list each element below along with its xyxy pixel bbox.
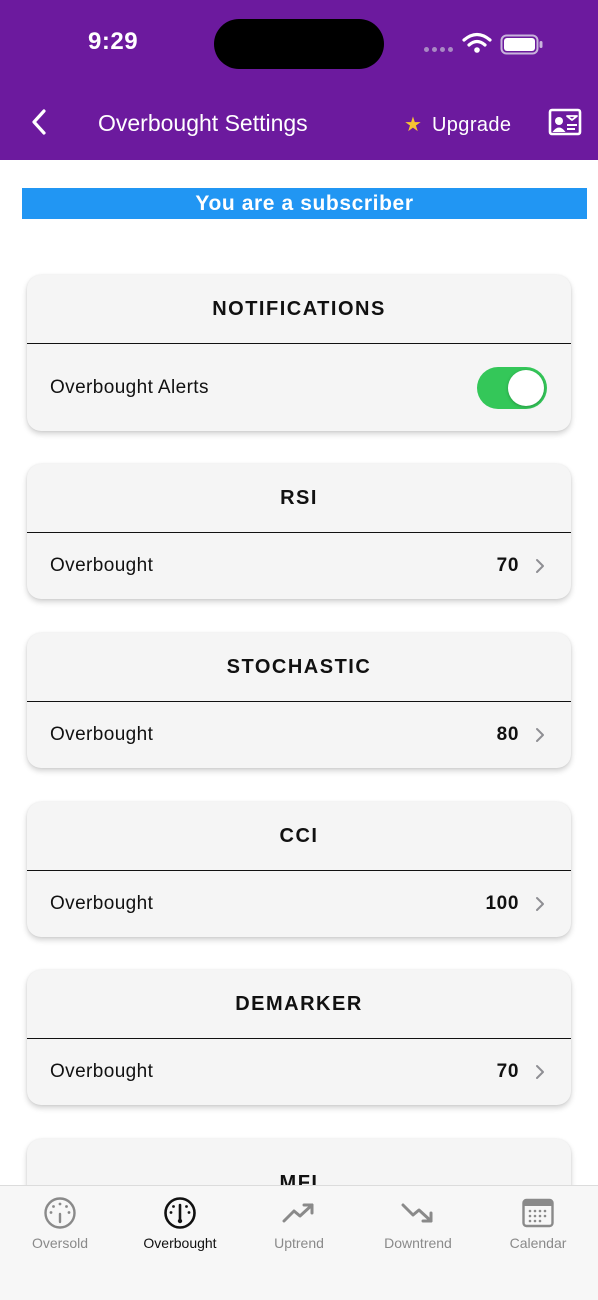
calendar-icon xyxy=(522,1196,554,1230)
rsi-card: RSI Overbought 70 xyxy=(27,464,571,599)
notifications-card: NOTIFICATIONS Overbought Alerts xyxy=(27,275,571,431)
mfi-card: MFI xyxy=(27,1139,571,1185)
rsi-overbought-label: Overbought xyxy=(50,555,154,576)
mfi-card-title-text: MFI xyxy=(279,1172,319,1185)
demarker-overbought-row[interactable]: Overbought 70 xyxy=(27,1039,571,1105)
tab-uptrend[interactable]: Uptrend xyxy=(239,1186,359,1266)
chevron-left-icon xyxy=(30,108,48,141)
stochastic-overbought-row[interactable]: Overbought 80 xyxy=(27,702,571,768)
subscriber-banner: You are a subscriber xyxy=(22,188,587,219)
subscriber-banner-text: You are a subscriber xyxy=(195,192,414,215)
chevron-right-icon xyxy=(535,1063,547,1081)
overbought-alerts-label: Overbought Alerts xyxy=(50,376,209,398)
stochastic-card-title: STOCHASTIC xyxy=(27,633,571,702)
stochastic-overbought-label: Overbought xyxy=(50,724,154,745)
overbought-alerts-row: Overbought Alerts xyxy=(27,344,571,431)
tab-calendar[interactable]: Calendar xyxy=(478,1186,598,1266)
star-icon: ★ xyxy=(404,114,422,136)
upgrade-label: Upgrade xyxy=(431,113,512,136)
gauge-high-icon xyxy=(163,1196,197,1230)
cci-card: CCI Overbought 100 xyxy=(27,802,571,937)
status-time: 9:29 xyxy=(88,28,139,55)
tab-overbought[interactable]: Overbought xyxy=(120,1186,240,1266)
rsi-overbought-value: 70 xyxy=(496,555,519,576)
tab-oversold-label: Oversold xyxy=(31,1235,89,1251)
notifications-card-title: NOTIFICATIONS xyxy=(27,275,571,344)
app-screen: You are a subscriber NOTIFICATIONS Overb… xyxy=(0,0,598,1300)
tab-overbought-label: Overbought xyxy=(143,1235,217,1251)
chevron-right-icon xyxy=(535,895,547,913)
tab-oversold[interactable]: Oversold xyxy=(0,1186,120,1266)
demarker-card-title: DEMARKER xyxy=(27,970,571,1039)
demarker-card: DEMARKER Overbought 70 xyxy=(27,970,571,1105)
chevron-right-icon xyxy=(535,726,547,744)
trend-down-icon xyxy=(401,1196,435,1230)
cellular-signal-icon xyxy=(424,47,453,52)
id-card-icon xyxy=(548,108,582,140)
demarker-overbought-label: Overbought xyxy=(50,1061,154,1082)
cci-overbought-label: Overbought xyxy=(50,893,154,914)
back-button[interactable] xyxy=(24,106,54,142)
cci-card-title: CCI xyxy=(27,802,571,871)
trend-up-icon xyxy=(282,1196,316,1230)
tab-calendar-label: Calendar xyxy=(509,1235,567,1251)
chevron-right-icon xyxy=(535,557,547,575)
cci-overbought-value: 100 xyxy=(485,893,519,914)
page-title: Overbought Settings xyxy=(98,110,308,136)
cci-overbought-row[interactable]: Overbought 100 xyxy=(27,871,571,937)
bottom-tab-bar: Oversold Overbought Uptrend Downtrend Ca… xyxy=(0,1185,598,1300)
profile-button[interactable] xyxy=(548,108,582,141)
tab-downtrend-label: Downtrend xyxy=(384,1235,452,1251)
demarker-overbought-value: 70 xyxy=(496,1061,519,1082)
gauge-low-icon xyxy=(43,1196,77,1230)
tab-downtrend[interactable]: Downtrend xyxy=(358,1186,478,1266)
rsi-card-title: RSI xyxy=(27,464,571,533)
upgrade-button[interactable]: ★ Upgrade xyxy=(404,110,511,140)
battery-icon xyxy=(500,34,544,61)
stochastic-card: STOCHASTIC Overbought 80 xyxy=(27,633,571,768)
rsi-overbought-row[interactable]: Overbought 70 xyxy=(27,533,571,599)
top-bar: 9:29 Overbought Settings ★ Upgrade xyxy=(0,0,598,160)
stochastic-overbought-value: 80 xyxy=(496,724,519,745)
toggle-knob xyxy=(508,369,544,406)
mfi-card-title: MFI xyxy=(27,1139,571,1185)
settings-scroll-area[interactable]: You are a subscriber NOTIFICATIONS Overb… xyxy=(0,0,598,1185)
dynamic-island xyxy=(214,19,384,69)
tab-uptrend-label: Uptrend xyxy=(274,1235,324,1251)
overbought-alerts-toggle[interactable] xyxy=(477,366,547,409)
wifi-icon xyxy=(462,32,492,59)
